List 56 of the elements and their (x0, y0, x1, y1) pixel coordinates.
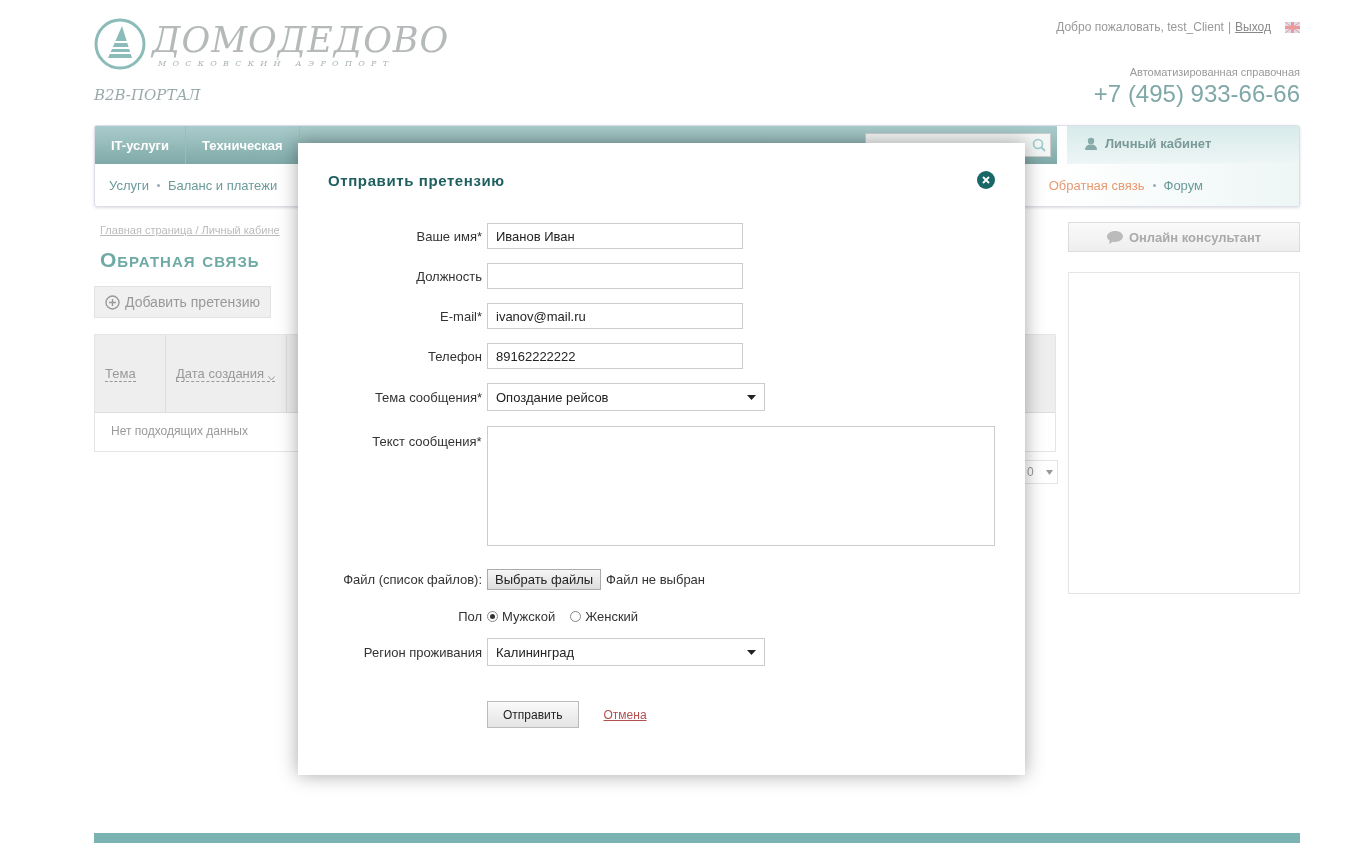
radio-button[interactable] (570, 611, 582, 622)
radio-option[interactable]: Мужской (487, 609, 556, 624)
field-label: Тема сообщения* (373, 389, 482, 405)
select-field[interactable]: Калининград (487, 638, 765, 666)
user-icon (1085, 137, 1097, 150)
portal-label: B2B-ПОРТАЛ (94, 86, 201, 104)
file-status: Файл не выбран (606, 572, 706, 587)
welcome-text: Добро пожаловать, test_Client (1056, 20, 1224, 34)
select-field[interactable]: Опоздание рейсов (487, 383, 765, 411)
column-header[interactable]: Дата создания (176, 365, 276, 382)
empty-message: Нет подходящих данных (111, 424, 248, 438)
caret-icon (747, 394, 756, 400)
subnav-link[interactable]: Баланс и платежи (168, 177, 278, 193)
chat-icon (1106, 230, 1123, 244)
caret-icon (747, 649, 756, 655)
plus-circle-icon (105, 294, 120, 310)
close-icon (982, 176, 990, 184)
flag-icon[interactable] (1285, 21, 1300, 33)
logo-text: ДОМОДЕДОВО (152, 20, 450, 59)
logo-icon (94, 18, 146, 70)
add-claim-button[interactable]: Добавить претензию (94, 286, 271, 318)
logout-link[interactable]: Выход (1235, 20, 1271, 34)
separator: | (1227, 20, 1232, 34)
text-field[interactable]: ivanov@mail.ru (487, 303, 743, 329)
radio-option[interactable]: Женский (570, 609, 639, 624)
subnav-link[interactable]: Услуги (109, 177, 149, 193)
message-textarea[interactable] (486, 426, 995, 546)
subnav-link[interactable]: Форум (1163, 177, 1203, 193)
phone-number: +7 (495) 933-66-66 (1093, 80, 1300, 108)
field-label: E-mail* (439, 308, 482, 324)
field-label: Ваше имя* (415, 228, 482, 244)
online-consultant-button[interactable]: Онлайн консультант (1068, 222, 1300, 252)
text-field[interactable] (487, 263, 743, 289)
caret-icon (1046, 469, 1053, 475)
sort-icon (268, 375, 276, 381)
dialog-title: Отправить претензию (328, 171, 505, 189)
text-field[interactable]: 89162222222 (487, 343, 743, 369)
field-label: Телефон (427, 348, 482, 364)
cancel-link[interactable]: Отмена (603, 707, 647, 722)
field-label: Пол (457, 609, 482, 624)
column-header[interactable]: Тема (105, 365, 136, 382)
subnav-link[interactable]: Обратная связь (1048, 177, 1145, 193)
text-field[interactable]: Иванов Иван (487, 223, 743, 249)
field-label: Должность (415, 268, 482, 284)
choose-files-button[interactable]: Выбрать файлы (487, 569, 602, 590)
page-title: Обратная связь (100, 248, 261, 272)
close-button[interactable] (977, 171, 995, 189)
field-label: Текст сообщения* (371, 433, 482, 449)
logo-subtitle: МОСКОВСКИЙ АЭРОПОРТ (157, 58, 396, 68)
nav-tab[interactable]: IT-услуги (95, 126, 187, 164)
field-label: Файл (список файлов): (342, 572, 482, 587)
submit-button[interactable]: Отправить (487, 701, 579, 728)
radio-button[interactable] (487, 611, 498, 622)
hotline-label: Автоматизированная справочная (1129, 66, 1300, 78)
search-icon[interactable] (1032, 138, 1046, 152)
field-label: Регион проживания (362, 644, 482, 660)
